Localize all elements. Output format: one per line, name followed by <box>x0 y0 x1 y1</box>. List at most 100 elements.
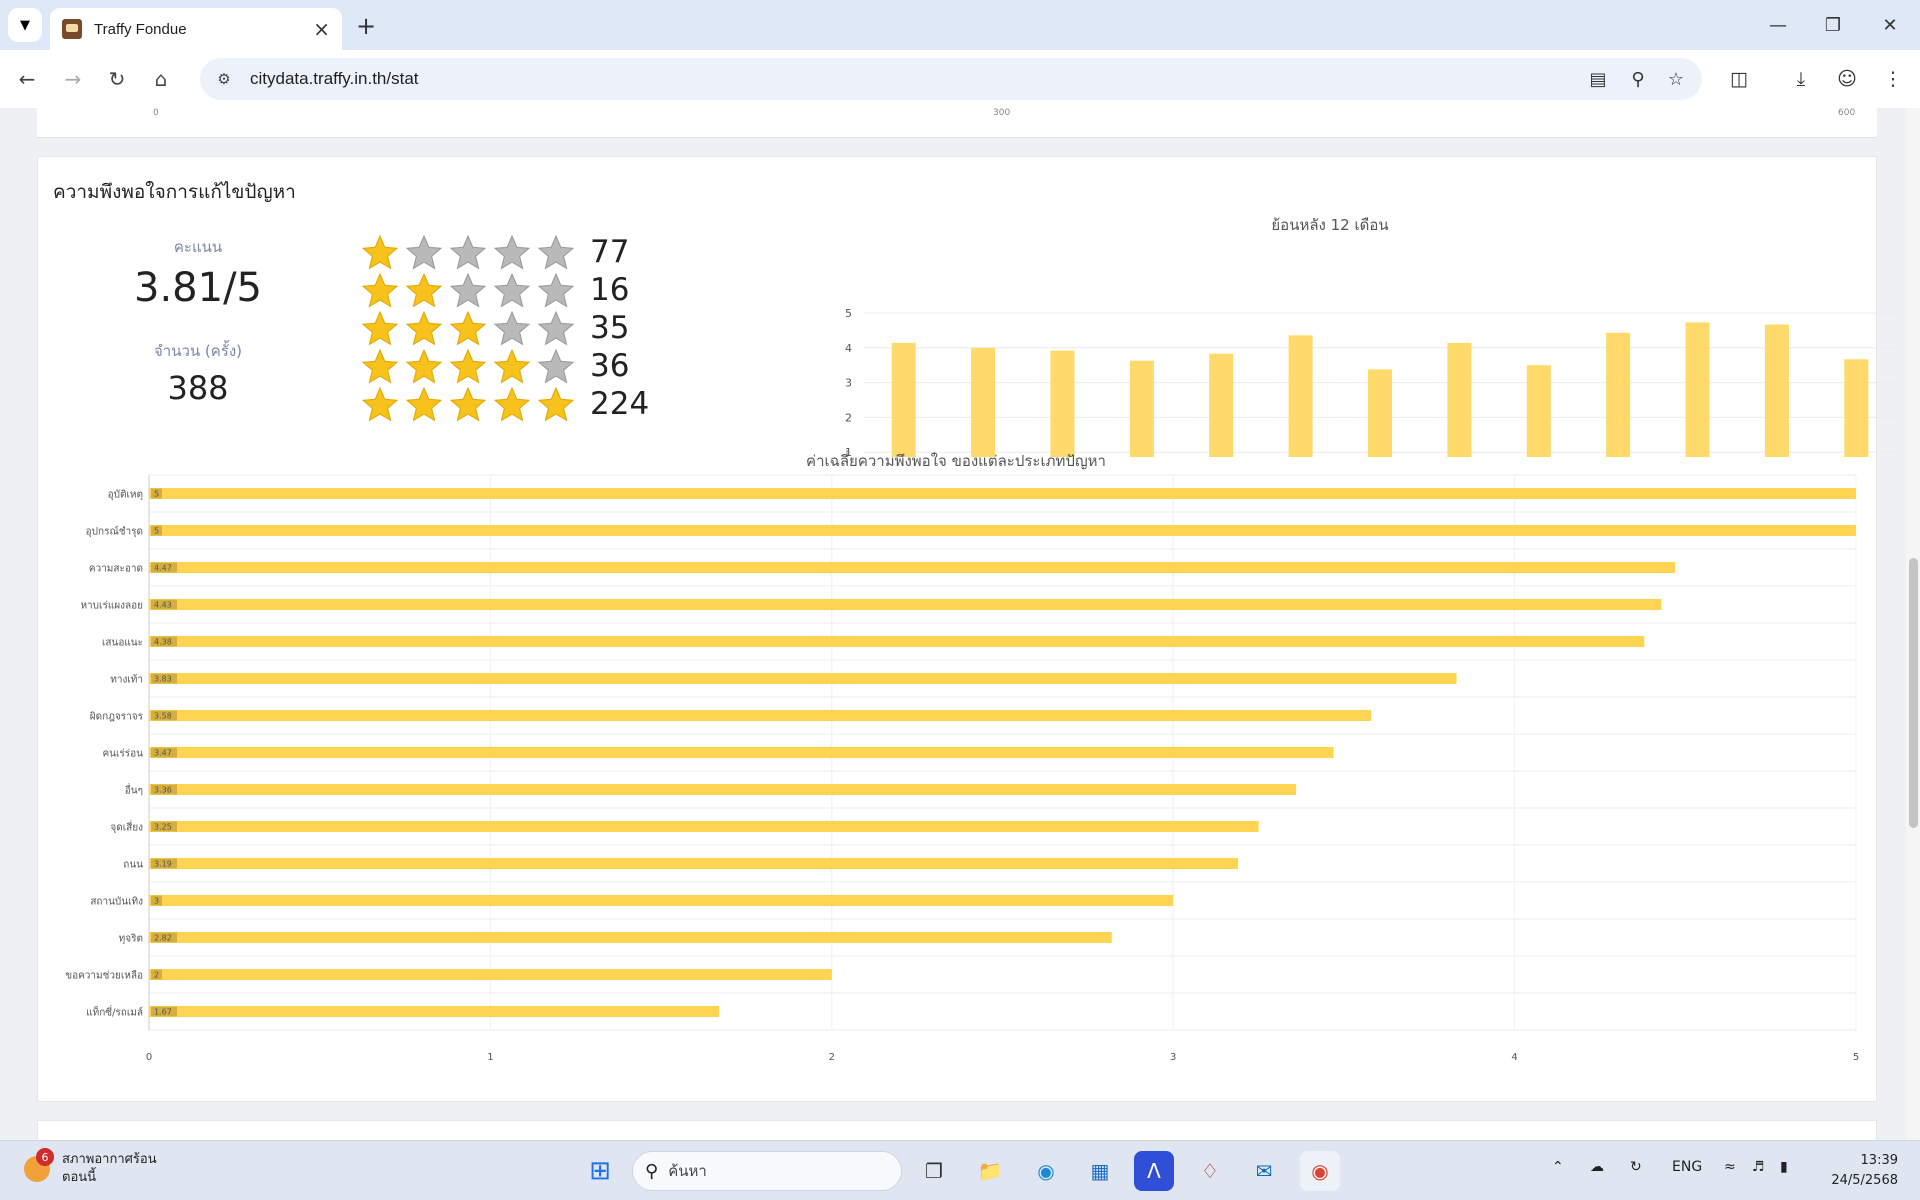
score-label: คะแนน <box>173 238 223 256</box>
chart-title: ค่าเฉลี่ยความพึงพอใจ ของแต่ละประเภทปัญหา <box>806 450 1106 470</box>
y-tick-label: ทุจริต <box>119 934 143 945</box>
weather-widget[interactable]: 6 สภาพอากาศร้อน ตอนนี้ <box>24 1148 157 1187</box>
y-tick-label: ความสะอาด <box>89 564 143 575</box>
chrome-icon[interactable]: ◉ <box>1300 1151 1340 1191</box>
star-filled-icon <box>449 386 487 422</box>
menu-kebab-icon[interactable]: ⋮ <box>1876 62 1910 96</box>
x-tick-label: 0 <box>146 1052 152 1063</box>
month-bar <box>1526 365 1551 457</box>
wifi-icon[interactable]: ≈ <box>1724 1159 1736 1175</box>
bar-value-label: 3.19 <box>154 860 172 869</box>
system-clock[interactable]: 13:39 24/5/2568 <box>1831 1151 1898 1191</box>
browser-toolbar: ← → ↻ ⌂ ⚙ citydata.traffy.in.th/stat ▤ ⚲… <box>0 50 1920 108</box>
category-bar <box>149 525 1856 536</box>
download-icon[interactable]: ⤓ <box>1784 62 1818 96</box>
bar-value-label: 2.82 <box>154 934 172 943</box>
bookmark-star-icon[interactable]: ☆ <box>1662 65 1690 93</box>
clock-time: 13:39 <box>1860 1153 1898 1168</box>
bar-value-label: 1.67 <box>154 1008 172 1017</box>
category-bar <box>149 673 1457 684</box>
scrollbar-thumb[interactable] <box>1909 558 1918 828</box>
star-row: 77 <box>358 233 670 271</box>
month-bar <box>1050 350 1075 457</box>
y-tick-label: 2 <box>845 411 852 424</box>
volume-icon[interactable]: ♬ <box>1752 1159 1765 1175</box>
tab-list-button[interactable]: ▼ <box>8 8 42 42</box>
forward-arrow-icon[interactable]: → <box>56 62 90 96</box>
file-explorer-icon[interactable]: 📁 <box>970 1151 1010 1191</box>
x-tick-label: 2 <box>829 1052 835 1063</box>
category-bar <box>149 599 1662 610</box>
star-row: 16 <box>358 271 670 309</box>
star-empty-icon <box>537 348 575 384</box>
star-empty-icon <box>405 234 443 270</box>
browser-tab-bar: ▼ Traffy Fondue × + — ❐ ✕ <box>0 0 1920 50</box>
ms-store-icon[interactable]: ▦ <box>1080 1151 1120 1191</box>
app-icon[interactable]: Λ <box>1134 1151 1174 1191</box>
satisfaction-card: ความพึงพอใจการแก้ไขปัญหา คะแนน 3.81/5 จำ… <box>37 156 1896 1102</box>
star-empty-icon <box>537 272 575 308</box>
browser-tab[interactable]: Traffy Fondue × <box>50 8 342 50</box>
month-bar <box>891 342 916 457</box>
category-bar <box>149 858 1239 869</box>
zoom-icon[interactable]: ⚲ <box>1624 65 1652 93</box>
x-tick-label: 4 <box>1511 1052 1517 1063</box>
close-tab-icon[interactable]: × <box>313 17 330 41</box>
bar-value-label: 3.58 <box>154 712 172 721</box>
onedrive-icon[interactable]: ☁ <box>1590 1159 1604 1175</box>
new-tab-button[interactable]: + <box>352 12 380 40</box>
mcafee-icon[interactable]: ♢ <box>1190 1151 1230 1191</box>
reload-icon[interactable]: ↻ <box>100 62 134 96</box>
address-bar[interactable]: ⚙ citydata.traffy.in.th/stat ▤ ⚲ ☆ <box>200 58 1702 100</box>
search-icon: ⚲ <box>645 1160 659 1182</box>
y-tick-label: 3 <box>845 377 852 390</box>
prev-axis-tick: 0 <box>153 108 159 118</box>
star-row: 35 <box>358 309 670 347</box>
y-tick-label: อุบัติเหตุ <box>108 490 143 501</box>
category-bar <box>149 636 1645 647</box>
star-empty-icon <box>449 272 487 308</box>
star-filled-icon <box>449 348 487 384</box>
category-bar <box>149 1006 720 1017</box>
edge-browser-icon[interactable]: ◉ <box>1026 1151 1066 1191</box>
install-app-icon[interactable]: ▤ <box>1584 65 1612 93</box>
star-empty-icon <box>537 310 575 346</box>
close-window-icon[interactable]: ✕ <box>1870 10 1910 40</box>
bar-value-label: 3.83 <box>154 675 172 684</box>
home-icon[interactable]: ⌂ <box>144 62 178 96</box>
language-indicator[interactable]: ENG <box>1672 1159 1702 1175</box>
star-empty-icon <box>537 234 575 270</box>
previous-chart-card: 0 300 600 <box>37 108 1877 138</box>
restore-icon[interactable]: ❐ <box>1813 10 1853 40</box>
taskbar-search[interactable]: ⚲ ค้นหา <box>632 1151 902 1191</box>
star-empty-icon <box>493 234 531 270</box>
outlook-icon[interactable]: ✉ <box>1244 1151 1284 1191</box>
y-tick-label: ถนน <box>123 860 143 871</box>
url-text[interactable]: citydata.traffy.in.th/stat <box>250 69 419 89</box>
back-arrow-icon[interactable]: ← <box>10 62 44 96</box>
battery-icon[interactable]: ▮ <box>1780 1159 1788 1175</box>
site-info-icon[interactable]: ⚙ <box>210 65 238 93</box>
windows-start-icon[interactable]: ⊞ <box>580 1151 620 1191</box>
chevron-up-icon[interactable]: ⌃ <box>1552 1159 1564 1175</box>
star-filled-icon <box>493 386 531 422</box>
extensions-icon[interactable]: ◫ <box>1722 62 1756 96</box>
month-bar <box>1764 324 1789 457</box>
star-filled-icon <box>405 348 443 384</box>
category-bar <box>149 562 1676 573</box>
y-tick-label: สถานบันเทิง <box>90 897 143 908</box>
star-empty-icon <box>493 272 531 308</box>
star-filled-icon <box>361 272 399 308</box>
star-row-count: 77 <box>590 234 630 270</box>
y-tick-label: หาบเร่แผงลอย <box>80 601 143 612</box>
page-content: 0 300 600 ความพึงพอใจการแก้ไขปัญหา คะแนน… <box>0 108 1920 1140</box>
y-tick-label: คนเร่ร่อน <box>102 749 143 760</box>
bar-value-label: 3.47 <box>154 749 172 758</box>
sync-icon[interactable]: ↻ <box>1630 1159 1642 1175</box>
y-tick-label: แท็กซี่/รถเมล์ <box>86 1005 143 1019</box>
profile-icon[interactable]: ☺ <box>1830 62 1864 96</box>
minimize-icon[interactable]: — <box>1758 10 1798 40</box>
task-view-icon[interactable]: ❐ <box>914 1151 954 1191</box>
x-tick-label: 5 <box>1853 1052 1859 1063</box>
page-scrollbar[interactable] <box>1906 108 1920 1140</box>
